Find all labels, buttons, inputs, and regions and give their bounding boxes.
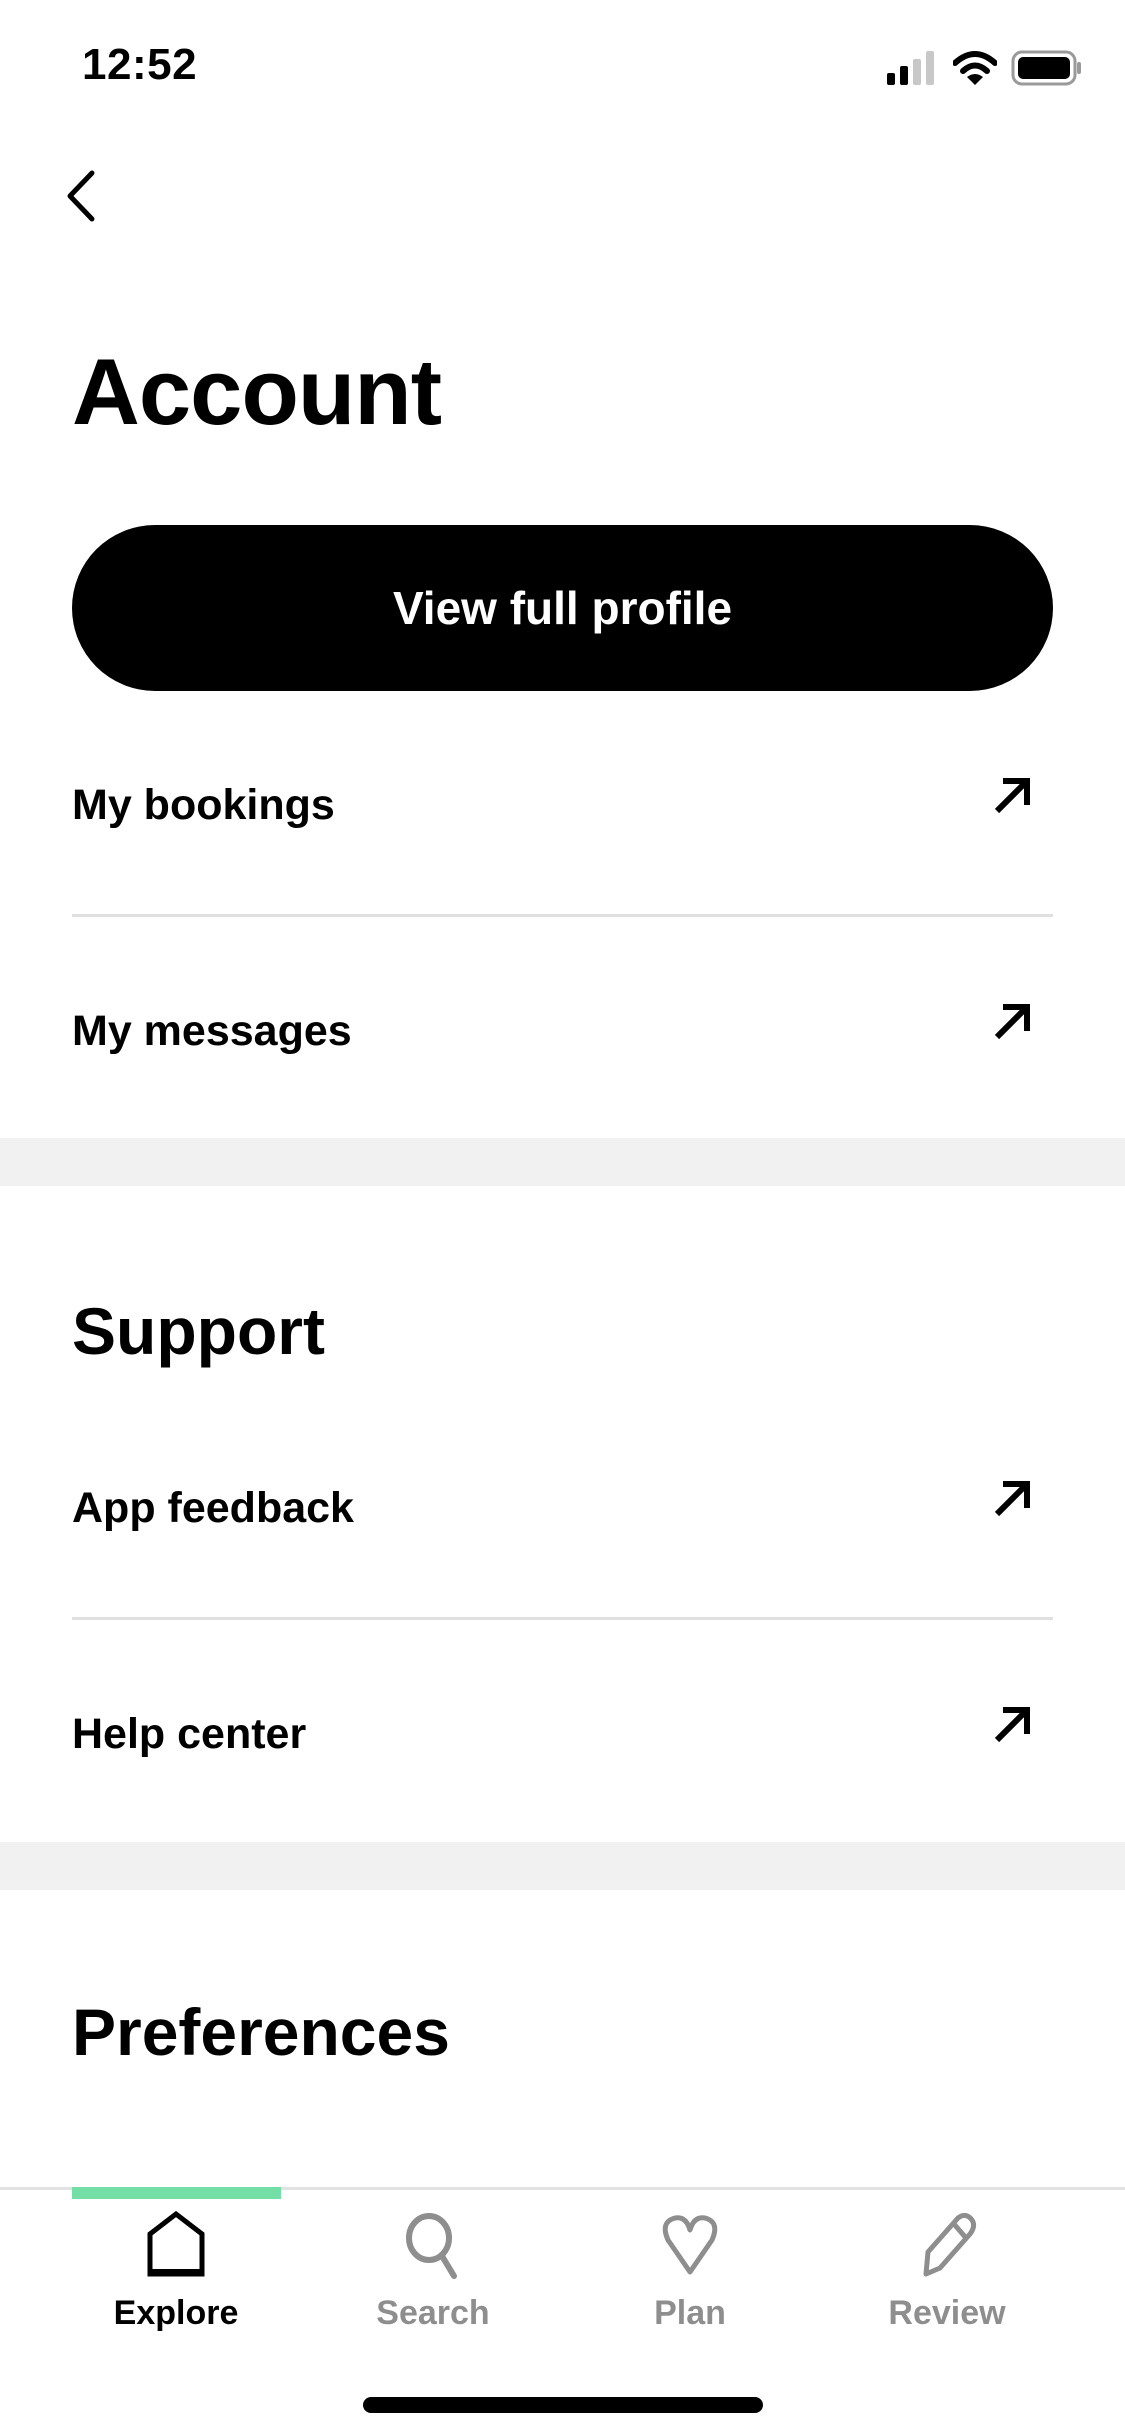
arrow-up-right-icon [994, 778, 1030, 814]
active-tab-indicator [72, 2187, 281, 2199]
divider [72, 1617, 1053, 1620]
back-button[interactable] [66, 166, 116, 226]
search-icon [406, 2213, 457, 2279]
tab-review[interactable]: Review [847, 2210, 1047, 2340]
tab-label: Plan [654, 2294, 726, 2332]
list-item-label: My bookings [72, 780, 335, 829]
list-item-my-messages[interactable]: My messages [72, 966, 1053, 1096]
wifi-icon [953, 51, 997, 85]
arrow-up-right-icon [994, 1004, 1030, 1040]
section-title-support: Support [72, 1294, 325, 1368]
tab-search[interactable]: Search [333, 2210, 533, 2340]
pencil-icon [923, 2212, 977, 2277]
arrow-up-right-icon [994, 1481, 1030, 1517]
divider [72, 914, 1053, 917]
tab-explore[interactable]: Explore [76, 2210, 276, 2340]
section-separator [0, 1842, 1125, 1890]
tab-label: Explore [113, 2294, 239, 2332]
chevron-left-icon [67, 170, 95, 222]
signal-icon [887, 51, 934, 85]
section-separator [0, 1138, 1125, 1186]
arrow-up-right-icon [994, 1707, 1030, 1743]
view-full-profile-button[interactable]: View full profile [72, 525, 1053, 691]
tab-plan[interactable]: Plan [590, 2210, 790, 2340]
page-title: Account [72, 339, 442, 444]
tab-label: Search [376, 2294, 490, 2332]
battery-icon [1011, 50, 1081, 86]
home-indicator[interactable] [363, 2397, 763, 2413]
section-title-preferences: Preferences [72, 1995, 450, 2069]
list-item-label: App feedback [72, 1483, 354, 1532]
status-icons [885, 50, 1083, 86]
heart-icon [662, 2215, 718, 2275]
status-time: 12:52 [82, 40, 198, 89]
list-item-app-feedback[interactable]: App feedback [72, 1443, 1053, 1573]
list-item-my-bookings[interactable]: My bookings [72, 740, 1053, 870]
list-item-label: My messages [72, 1006, 352, 1055]
tab-label: Review [888, 2294, 1006, 2332]
list-item-label: Help center [72, 1709, 307, 1758]
home-icon [147, 2210, 205, 2277]
list-item-help-center[interactable]: Help center [72, 1669, 1053, 1799]
